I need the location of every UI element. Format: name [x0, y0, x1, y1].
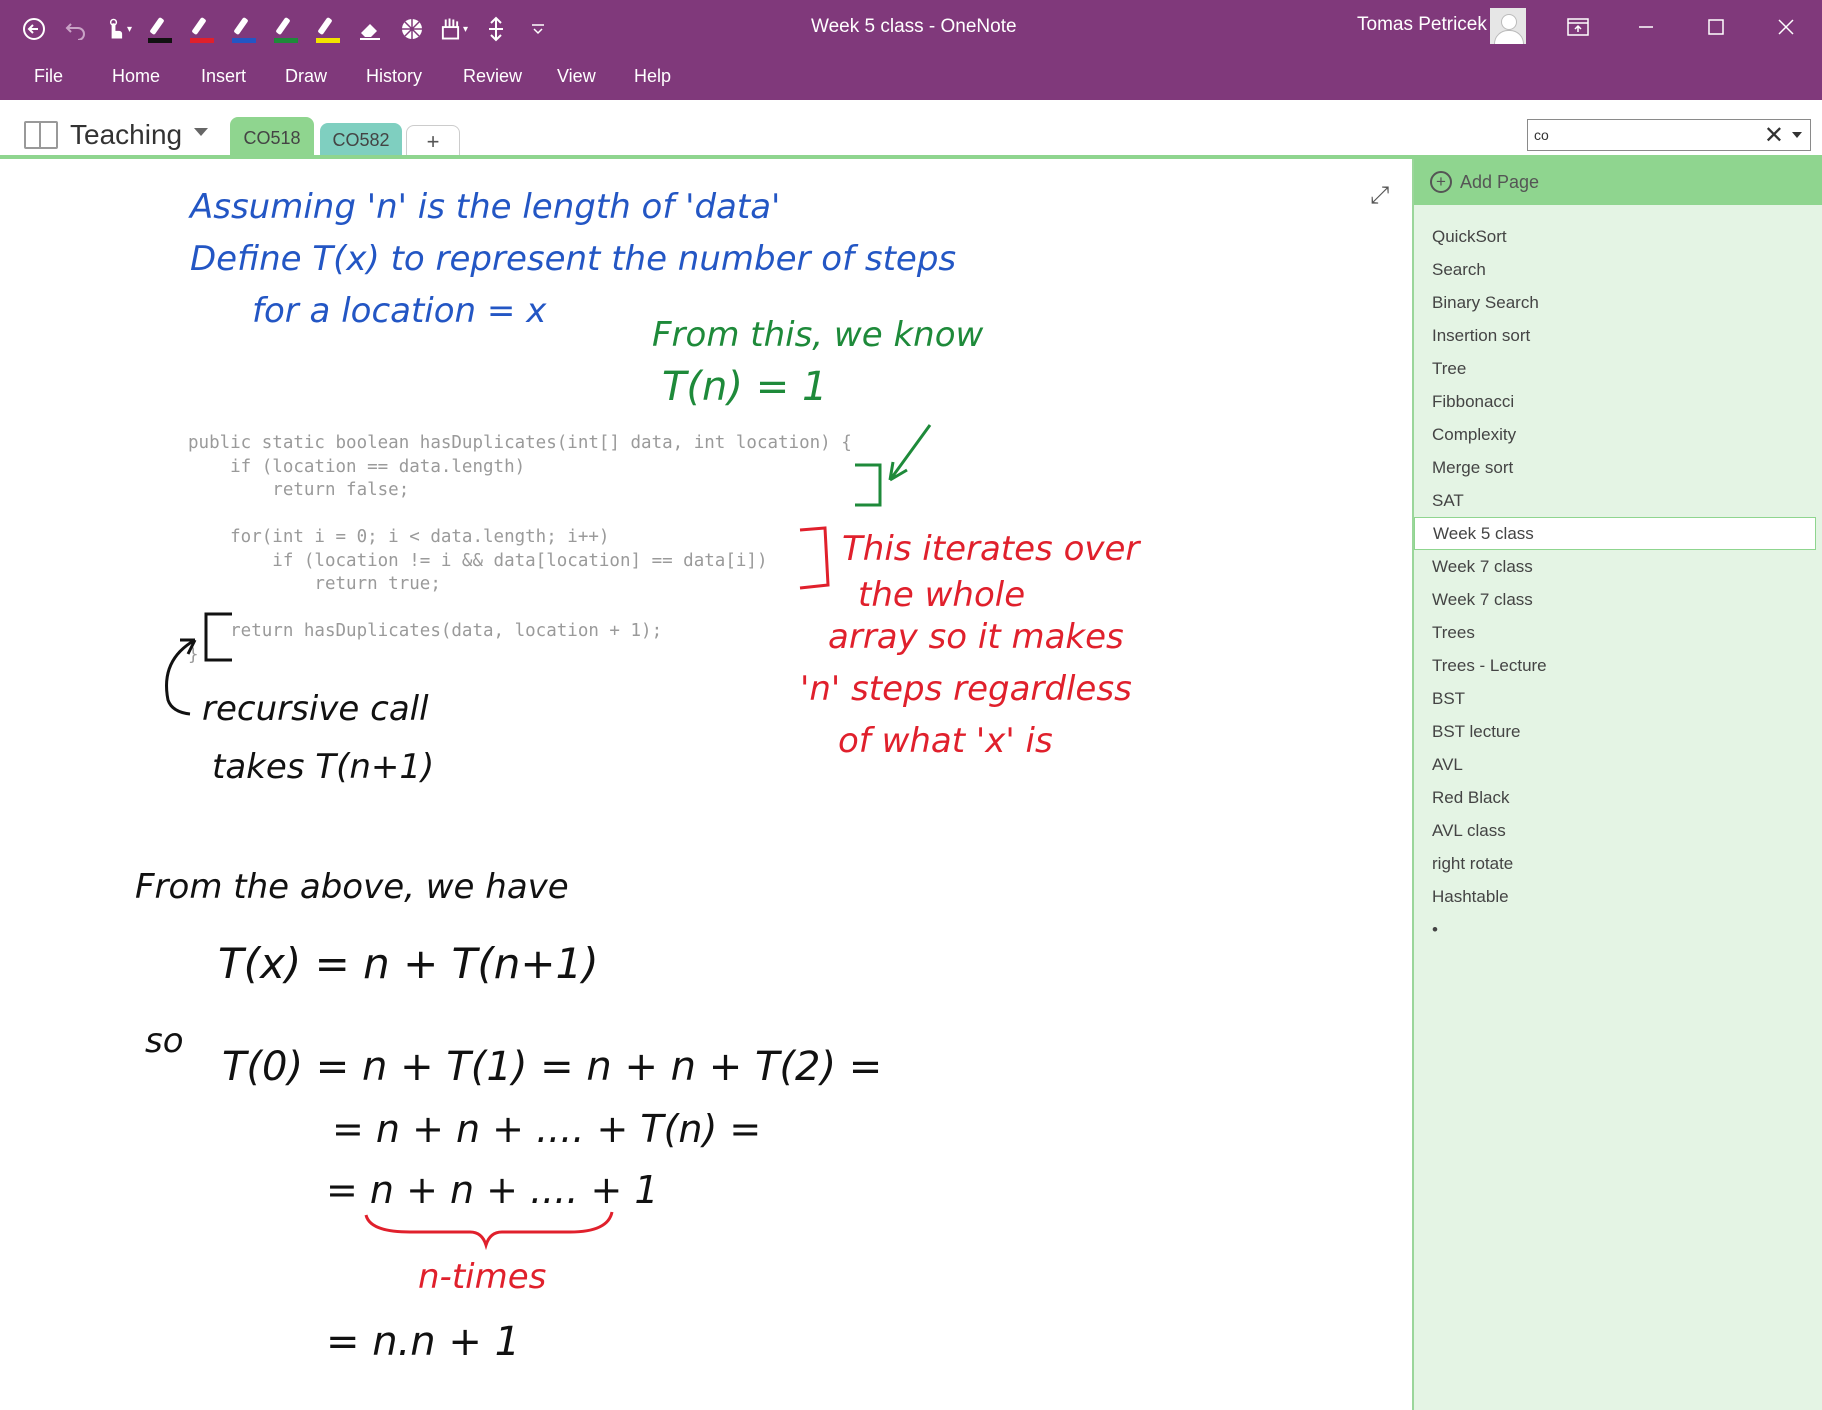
ink-green-line2: T(n) = 1 [662, 364, 827, 410]
ink-black-rec2: takes T(n+1) [212, 747, 434, 787]
close-icon[interactable]: ✕ [1764, 121, 1784, 150]
page-item[interactable]: Fibbonacci [1414, 386, 1814, 417]
ink-black-eq4: = n + n + .... + 1 [326, 1168, 659, 1212]
ink-black-eq5: = n.n + 1 [326, 1319, 520, 1365]
ink-blue-line2: Define T(x) to represent the number of s… [190, 239, 956, 279]
page-item[interactable]: Merge sort [1414, 452, 1814, 483]
green-bracket [855, 463, 882, 507]
page-item[interactable]: SAT [1414, 485, 1814, 516]
ink-black-rec1: recursive call [202, 689, 429, 729]
add-icon: + [1430, 171, 1452, 193]
green-arrow [888, 424, 932, 482]
search-value: co [1534, 127, 1549, 143]
ink-red-line1: This iterates over [842, 529, 1141, 569]
maximize-button[interactable] [1696, 10, 1736, 44]
search-input[interactable]: co ✕ [1527, 119, 1811, 151]
black-curved-arrow [165, 638, 197, 716]
ink-red-line4: 'n' steps regardless [800, 669, 1132, 709]
avatar[interactable] [1490, 8, 1526, 44]
ink-red-line2: the whole [858, 575, 1025, 615]
ink-black-so: so [145, 1021, 184, 1061]
page-item[interactable]: QuickSort [1414, 221, 1814, 252]
ink-layer: Assuming 'n' is the length of 'data' Def… [135, 187, 1141, 1365]
page-item[interactable]: Trees - Lecture [1414, 650, 1814, 681]
page-item[interactable]: right rotate [1414, 848, 1814, 879]
page-item[interactable]: Hashtable [1414, 881, 1814, 912]
page-item[interactable]: Trees [1414, 617, 1814, 648]
page-item[interactable]: Complexity [1414, 419, 1814, 450]
page-list: + Add Page QuickSort Search Binary Searc… [1412, 159, 1822, 1410]
page-item[interactable]: Tree [1414, 353, 1814, 384]
page-item[interactable]: AVL [1414, 749, 1814, 780]
ink-blue-line1: Assuming 'n' is the length of 'data' [188, 187, 780, 227]
page-item[interactable]: BST [1414, 683, 1814, 714]
add-page-button[interactable]: + Add Page [1414, 159, 1822, 205]
minimize-button[interactable] [1626, 10, 1666, 44]
page-item[interactable]: Red Black [1414, 782, 1814, 813]
page-item[interactable]: Week 7 class [1414, 584, 1814, 615]
ink-red-line5: of what 'x' is [838, 721, 1053, 761]
search-scope-dropdown[interactable] [1792, 132, 1802, 138]
ink-black-eq1: T(x) = n + T(n+1) [218, 939, 599, 988]
ink-green-line1: From this, we know [652, 315, 983, 355]
ink-red-line3: array so it makes [828, 617, 1124, 657]
page-item[interactable]: Week 7 class [1414, 551, 1814, 582]
page-item[interactable]: Binary Search [1414, 287, 1814, 318]
page-item[interactable]: • [1414, 914, 1814, 945]
page-item[interactable]: Insertion sort [1414, 320, 1814, 351]
ink-black-eq3: = n + n + .... + T(n) = [332, 1107, 761, 1151]
page-item-selected[interactable]: Week 5 class [1414, 517, 1816, 550]
ink-blue-line3: for a location = x [252, 291, 547, 331]
ink-black-eq2: T(0) = n + T(1) = n + n + T(2) = [222, 1044, 882, 1090]
page-item[interactable]: Search [1414, 254, 1814, 285]
ink-red-ntimes: n-times [418, 1257, 546, 1297]
black-bracket [204, 612, 232, 662]
add-page-label: Add Page [1460, 172, 1540, 192]
ribbon-display-options-icon[interactable] [1558, 10, 1598, 44]
red-bracket [799, 526, 830, 590]
close-button[interactable] [1766, 10, 1806, 44]
ink-black-above: From the above, we have [135, 867, 569, 907]
page-item[interactable]: AVL class [1414, 815, 1814, 846]
red-underbrace [364, 1211, 614, 1251]
page-item[interactable]: BST lecture [1414, 716, 1814, 747]
